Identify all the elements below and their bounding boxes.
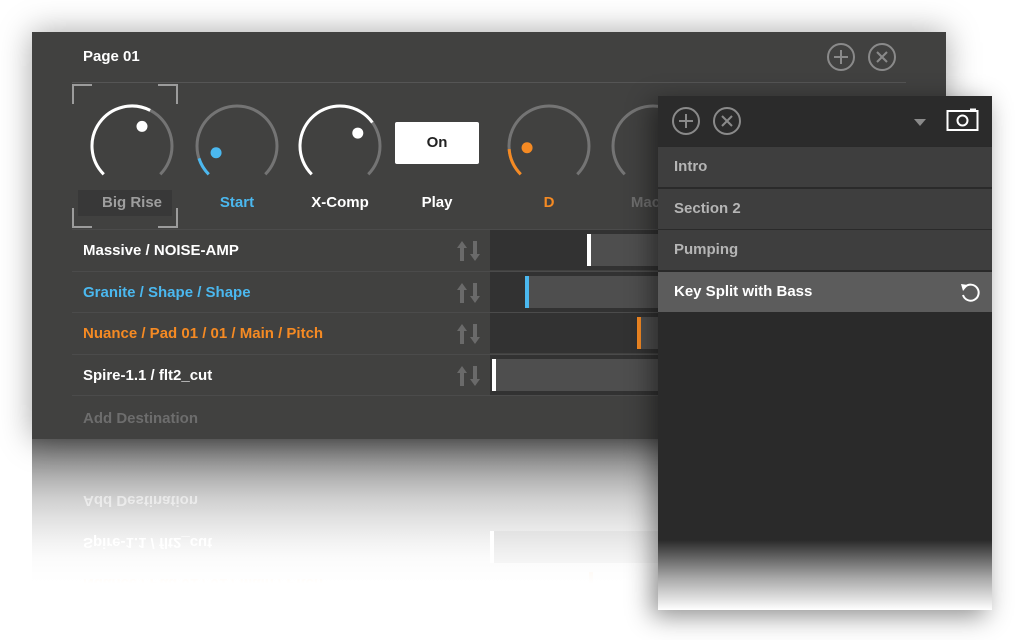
knob-start[interactable] <box>187 96 287 196</box>
page-title: Page 01 <box>83 48 140 65</box>
triangle-down-icon <box>914 119 926 126</box>
knob-track <box>195 104 279 176</box>
knob-x-comp[interactable] <box>290 96 390 196</box>
knob-value-arc <box>90 104 151 176</box>
knob-indicator <box>352 127 364 139</box>
knob-label: Start <box>219 194 255 211</box>
snapshot-panel: Intro Section 2 Pumping Key Split with Bass <box>658 96 992 610</box>
header-divider <box>72 82 906 83</box>
knob-d[interactable] <box>499 96 599 196</box>
snapshot-label: Intro <box>674 158 708 175</box>
add-page-button[interactable] <box>827 43 855 71</box>
knob-indicator <box>136 120 148 132</box>
invert-direction-icon[interactable] <box>456 239 484 263</box>
revert-icon[interactable] <box>958 281 982 305</box>
slider-handle[interactable] <box>492 358 496 391</box>
knob-value-arc <box>298 104 374 176</box>
knob-label: D <box>543 194 555 211</box>
destination-name: Nuance / Pad 01 / 01 / Main / Pitch <box>83 325 324 342</box>
snapshot-label: Pumping <box>674 241 739 258</box>
play-toggle-button[interactable]: On <box>395 122 479 164</box>
plus-circle-icon <box>834 50 848 64</box>
knob-big-rise[interactable] <box>82 96 182 196</box>
add-destination-button[interactable]: Add Destination <box>83 398 198 439</box>
play-toggle-label: Play <box>421 194 453 211</box>
knob-value-arc <box>507 148 522 176</box>
knob-indicator <box>521 142 533 154</box>
snapshot-header <box>658 96 992 146</box>
close-circle-icon <box>721 115 733 127</box>
knob-value-arc <box>197 157 210 176</box>
close-circle-icon <box>876 51 888 63</box>
invert-direction-icon[interactable] <box>456 322 484 346</box>
knob-track <box>507 104 591 176</box>
plus-circle-icon <box>679 114 693 128</box>
snapshot-item[interactable]: Section 2 <box>658 188 992 230</box>
invert-direction-icon[interactable] <box>456 281 484 305</box>
snapshot-item[interactable]: Intro <box>658 147 992 188</box>
slider-handle[interactable] <box>525 275 529 308</box>
invert-direction-icon[interactable] <box>456 364 484 388</box>
panel-fade <box>658 540 992 610</box>
add-snapshot-button[interactable] <box>672 107 700 135</box>
remove-page-button[interactable] <box>868 43 896 71</box>
knob-label: X-Comp <box>311 194 369 211</box>
take-snapshot-button[interactable] <box>946 107 980 133</box>
camera-icon <box>946 108 979 131</box>
snapshot-dropdown-button[interactable] <box>912 116 928 128</box>
destination-name: Spire-1.1 / flt2_cut <box>83 366 213 384</box>
delete-snapshot-button[interactable] <box>713 107 741 135</box>
destination-name: Granite / Shape / Shape <box>83 283 251 301</box>
snapshot-label: Section 2 <box>674 199 741 217</box>
snapshot-item[interactable]: Pumping <box>658 230 992 271</box>
slider-handle[interactable] <box>637 317 641 349</box>
knob-label: Big Rise <box>101 194 162 211</box>
destination-name: Massive / NOISE-AMP <box>83 242 239 259</box>
snapshot-label: Key Split with Bass <box>674 282 813 300</box>
slider-handle[interactable] <box>587 234 591 266</box>
knob-indicator <box>210 147 222 159</box>
snapshot-item[interactable]: Key Split with Bass <box>658 271 992 313</box>
